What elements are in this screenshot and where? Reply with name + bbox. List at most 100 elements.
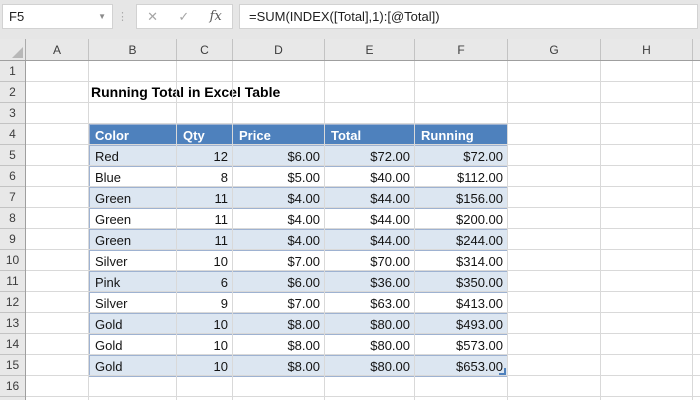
table-cell[interactable]: $653.00: [416, 356, 509, 376]
table-cell[interactable]: $314.00: [416, 251, 509, 271]
table-cell[interactable]: $413.00: [416, 293, 509, 313]
column-header-d[interactable]: D: [233, 39, 325, 60]
table-cell[interactable]: $80.00: [326, 356, 416, 376]
table-cell[interactable]: 9: [178, 293, 234, 313]
table-header-cell[interactable]: Total: [326, 125, 416, 145]
row-header-13[interactable]: 13: [0, 313, 25, 334]
table-cell[interactable]: $4.00: [234, 188, 326, 208]
column-header-f[interactable]: F: [415, 39, 508, 60]
row-header-9[interactable]: 9: [0, 229, 25, 250]
table-cell[interactable]: 12: [178, 146, 234, 166]
table-cell[interactable]: Silver: [90, 293, 178, 313]
table-cell[interactable]: Gold: [90, 356, 178, 376]
table-cell[interactable]: $72.00: [326, 146, 416, 166]
cell-b2-title[interactable]: Running Total in Excel Table: [91, 82, 280, 103]
table-cell[interactable]: $80.00: [326, 314, 416, 334]
column-header-c[interactable]: C: [177, 39, 233, 60]
table-cell[interactable]: 10: [178, 314, 234, 334]
table-header-cell[interactable]: Price: [234, 125, 326, 145]
table-cell[interactable]: Gold: [90, 314, 178, 334]
table-cell[interactable]: $6.00: [234, 146, 326, 166]
excel-window: F5 ▼ ⋮ ✕ ✓ fx =SUM(INDEX([Total],1):[@To…: [0, 0, 700, 400]
table-cell[interactable]: 10: [178, 356, 234, 376]
table-cell[interactable]: $8.00: [234, 314, 326, 334]
table-cell[interactable]: Green: [90, 209, 178, 229]
row-header-1[interactable]: 1: [0, 61, 25, 82]
table-cell[interactable]: $112.00: [416, 167, 509, 187]
column-header-b[interactable]: B: [89, 39, 177, 60]
name-box-dropdown-icon[interactable]: ▼: [98, 12, 106, 21]
table-cell[interactable]: $8.00: [234, 335, 326, 355]
row-header-14[interactable]: 14: [0, 334, 25, 355]
table-cell[interactable]: $7.00: [234, 251, 326, 271]
table-cell[interactable]: Pink: [90, 272, 178, 292]
table-cell[interactable]: $350.00: [416, 272, 509, 292]
formula-input[interactable]: =SUM(INDEX([Total],1):[@Total]): [239, 4, 698, 29]
table-cell[interactable]: Silver: [90, 251, 178, 271]
table-cell[interactable]: $44.00: [326, 230, 416, 250]
table-cell[interactable]: 10: [178, 251, 234, 271]
table-cell[interactable]: $4.00: [234, 209, 326, 229]
formula-bar: F5 ▼ ⋮ ✕ ✓ fx =SUM(INDEX([Total],1):[@To…: [0, 0, 700, 39]
cancel-icon[interactable]: ✕: [147, 9, 158, 25]
table-cell[interactable]: 11: [178, 188, 234, 208]
table-cell[interactable]: Green: [90, 230, 178, 250]
table-cell[interactable]: $573.00: [416, 335, 509, 355]
table-cell[interactable]: $8.00: [234, 356, 326, 376]
select-all-corner[interactable]: [0, 39, 26, 60]
table-cell[interactable]: 8: [178, 167, 234, 187]
table-cell[interactable]: $80.00: [326, 335, 416, 355]
table-cell[interactable]: $7.00: [234, 293, 326, 313]
column-header-a[interactable]: A: [26, 39, 89, 60]
row-header-7[interactable]: 7: [0, 187, 25, 208]
table-cell[interactable]: $5.00: [234, 167, 326, 187]
table-cell[interactable]: $4.00: [234, 230, 326, 250]
column-header-g[interactable]: G: [508, 39, 601, 60]
sheet-grid[interactable]: Running Total in Excel Table Color Qty Pri…: [26, 61, 700, 400]
gridline: [232, 61, 233, 400]
column-header-h[interactable]: H: [601, 39, 693, 60]
table-cell[interactable]: $244.00: [416, 230, 509, 250]
table-cell[interactable]: $63.00: [326, 293, 416, 313]
table-header-cell[interactable]: Color: [90, 125, 178, 145]
row-header-4[interactable]: 4: [0, 124, 25, 145]
table-cell[interactable]: $70.00: [326, 251, 416, 271]
row-header-8[interactable]: 8: [0, 208, 25, 229]
table-header-cell[interactable]: Running: [416, 125, 509, 145]
insert-function-icon[interactable]: fx: [210, 9, 222, 24]
gridline: [26, 186, 700, 187]
table-cell[interactable]: $72.00: [416, 146, 509, 166]
table-cell[interactable]: $493.00: [416, 314, 509, 334]
row-header-11[interactable]: 11: [0, 271, 25, 292]
table-cell[interactable]: $36.00: [326, 272, 416, 292]
row-header-15[interactable]: 15: [0, 355, 25, 376]
table-cell[interactable]: 11: [178, 209, 234, 229]
row-header-5[interactable]: 5: [0, 145, 25, 166]
row-header-3[interactable]: 3: [0, 103, 25, 124]
table-cell[interactable]: Blue: [90, 167, 178, 187]
enter-icon[interactable]: ✓: [178, 9, 189, 25]
table-cell[interactable]: 6: [178, 272, 234, 292]
name-box[interactable]: F5 ▼: [2, 4, 113, 29]
table-cell[interactable]: Green: [90, 188, 178, 208]
gridline: [26, 396, 700, 397]
gridline: [26, 228, 700, 229]
table-cell[interactable]: 11: [178, 230, 234, 250]
row-header-6[interactable]: 6: [0, 166, 25, 187]
column-header-e[interactable]: E: [325, 39, 415, 60]
row-header-2[interactable]: 2: [0, 82, 25, 103]
table-cell[interactable]: 10: [178, 335, 234, 355]
table-cell[interactable]: $156.00: [416, 188, 509, 208]
table-cell[interactable]: $6.00: [234, 272, 326, 292]
table-resize-handle-icon[interactable]: [499, 368, 506, 375]
table-cell[interactable]: $44.00: [326, 209, 416, 229]
table-cell[interactable]: $40.00: [326, 167, 416, 187]
table-cell[interactable]: Gold: [90, 335, 178, 355]
table-header-cell[interactable]: Qty: [178, 125, 234, 145]
row-header-12[interactable]: 12: [0, 292, 25, 313]
table-cell[interactable]: $44.00: [326, 188, 416, 208]
table-cell[interactable]: Red: [90, 146, 178, 166]
row-header-16[interactable]: 16: [0, 376, 25, 397]
row-header-10[interactable]: 10: [0, 250, 25, 271]
table-cell[interactable]: $200.00: [416, 209, 509, 229]
